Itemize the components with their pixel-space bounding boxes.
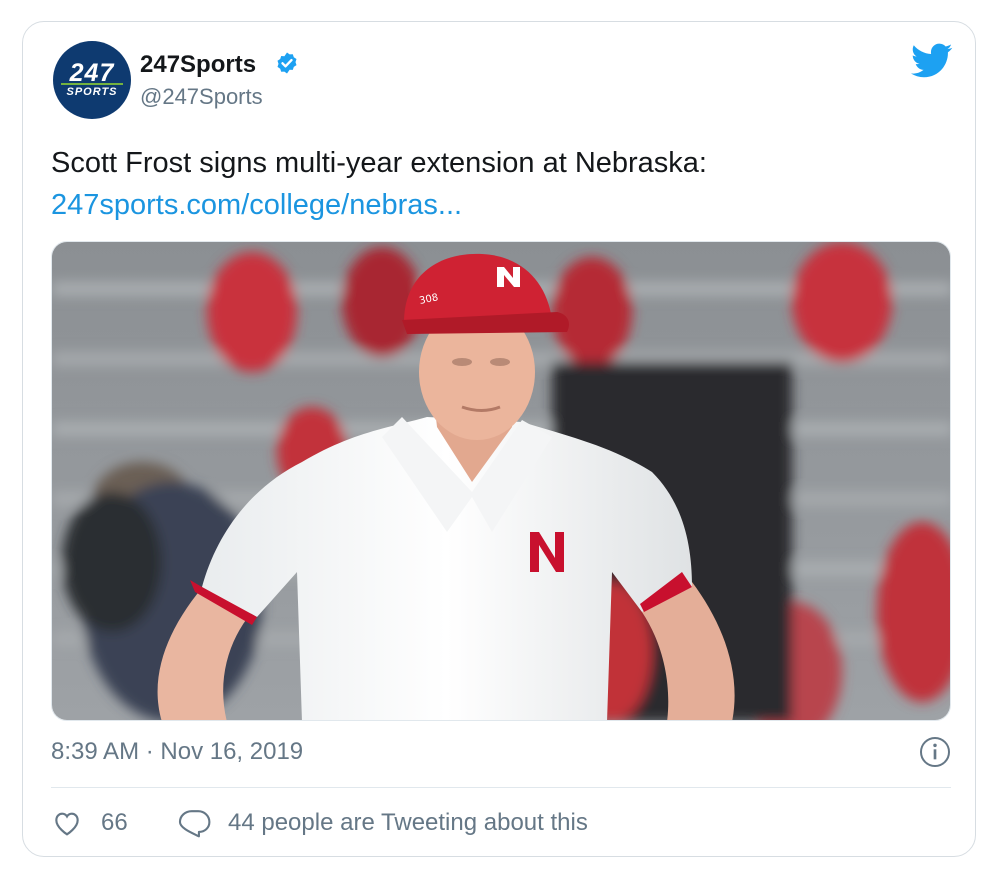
heart-icon — [55, 812, 79, 836]
like-count: 66 — [101, 809, 128, 836]
avatar-logo-stripe — [61, 83, 123, 85]
tweet-text: Scott Frost signs multi-year extension a… — [51, 147, 707, 179]
tweeting-about-count: 44 people are Tweeting about this — [228, 809, 588, 836]
like-button[interactable]: 66 — [51, 807, 128, 839]
avatar-logo-subtext: SPORTS — [66, 86, 118, 98]
tweet-link[interactable]: 247sports.com/college/nebras... — [51, 184, 462, 226]
twitter-bird-icon[interactable] — [911, 43, 953, 79]
display-name[interactable]: 247Sports — [140, 51, 256, 79]
account-handle[interactable]: @247Sports — [140, 84, 263, 110]
info-icon[interactable] — [919, 736, 951, 768]
avatar[interactable]: 247 SPORTS — [53, 41, 131, 119]
speech-bubble-icon — [178, 810, 211, 838]
tweet-media-image[interactable]: 308 — [51, 241, 951, 721]
coach-photo: 308 — [52, 242, 950, 720]
conversation-link[interactable]: 44 people are Tweeting about this — [178, 807, 588, 839]
tweet-timestamp[interactable]: 8:39 AM · Nov 16, 2019 — [51, 738, 303, 766]
tweet-card: 247 SPORTS 247Sports @247Sports Scott Fr… — [22, 21, 976, 857]
divider — [51, 787, 951, 788]
verified-badge-icon — [277, 52, 297, 74]
